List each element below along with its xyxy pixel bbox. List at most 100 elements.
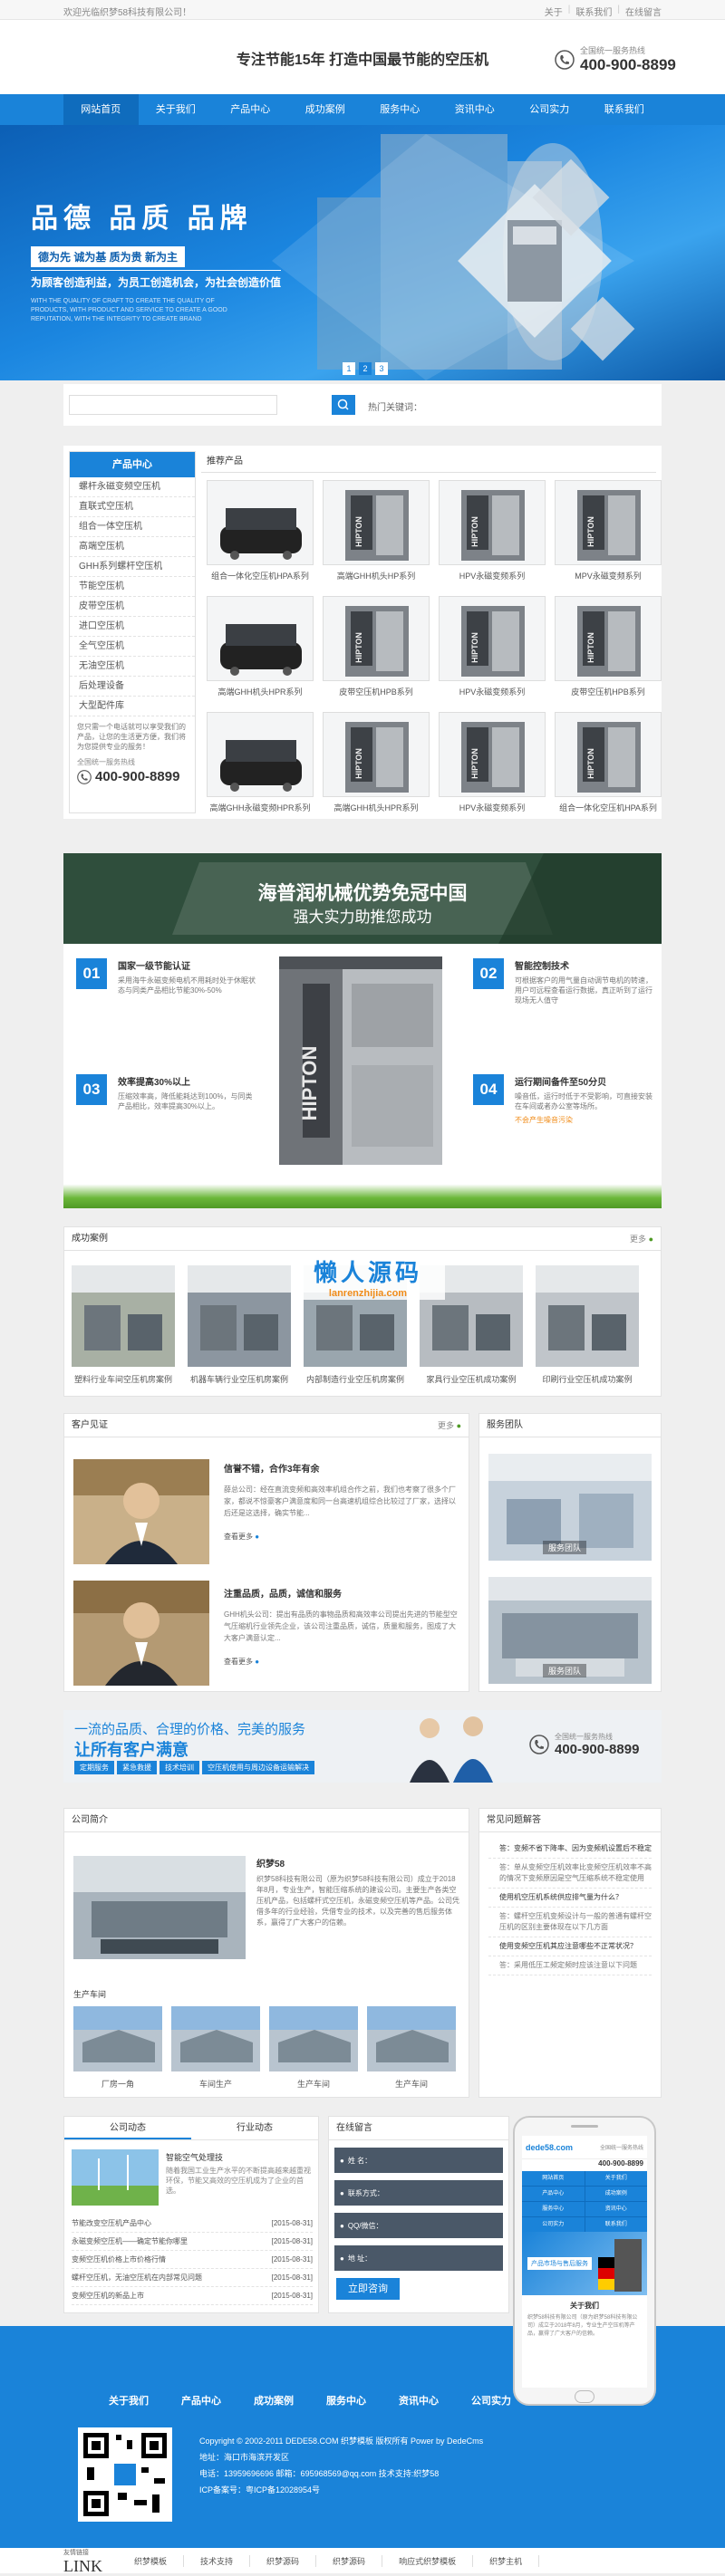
faq-item[interactable]: 答：螺杆空压机变频设计与一般的普通有螺杆空压机的区别主要体现在以下几方面 [488, 1908, 652, 1937]
case-item[interactable]: 塑料行业车间空压机房案例 [72, 1265, 175, 1385]
top-link-about[interactable]: 关于 [545, 5, 563, 18]
search-input[interactable] [69, 395, 277, 415]
workshop-item[interactable]: 厂房一角 [73, 2006, 162, 2090]
footer-nav-item[interactable]: 服务中心 [326, 2393, 366, 2408]
workshop-item[interactable]: 生产车间 [269, 2006, 358, 2090]
product-card[interactable]: HIPTON MPV永磁变频系列 [555, 480, 662, 587]
case-caption: 家具行业空压机成功案例 [426, 1375, 517, 1384]
product-card[interactable]: HIPTON 高端GHH机头HPR系列 [323, 712, 430, 819]
sidebar-item[interactable]: 皮带空压机 [70, 597, 195, 617]
sidebar-item[interactable]: 节能空压机 [70, 577, 195, 597]
nav-item-products[interactable]: 产品中心 [213, 94, 288, 125]
case-item[interactable]: 机器车辆行业空压机房案例 [188, 1265, 291, 1385]
mobile-menu-item[interactable]: 公司实力 [522, 2217, 585, 2232]
testimonial-more-link[interactable]: 查看更多 ● [224, 1657, 459, 1667]
footer-nav-item[interactable]: 产品中心 [181, 2393, 221, 2408]
nav-item-strength[interactable]: 公司实力 [512, 94, 587, 125]
case-item[interactable]: 印刷行业空压机成功案例 [536, 1265, 639, 1385]
product-card[interactable]: 高端GHH机头HPR系列 [207, 596, 314, 703]
header-phone-label: 全国统一服务热线 [580, 46, 646, 55]
news-feature-title[interactable]: 智能空气处理技 [166, 2151, 223, 2163]
mobile-menu-item[interactable]: 服务中心 [522, 2202, 585, 2216]
nav-item-news[interactable]: 资讯中心 [438, 94, 513, 125]
mobile-menu-item[interactable]: 关于我们 [585, 2171, 647, 2186]
cases-more-link[interactable]: 更多 ● [630, 1227, 653, 1251]
product-card[interactable]: HIPTON HPV永磁变频系列 [439, 480, 546, 587]
faq-section: 常见问题解答 答：变频不省下降率、因为变频机设置后不稳定 答：单从变频空压机效率比… [478, 1808, 662, 2098]
nav-item-contact[interactable]: 联系我们 [587, 94, 662, 125]
product-card[interactable]: 组合一体化空压机HPA系列 [207, 480, 314, 587]
banner-dot-2[interactable]: 2 [359, 362, 372, 375]
friend-link[interactable]: 织梦主机 [473, 2555, 540, 2567]
mobile-menu-item[interactable]: 成功案例 [585, 2187, 647, 2201]
product-card[interactable]: HIPTON HPV永磁变频系列 [439, 712, 546, 819]
product-card[interactable]: HIPTON 组合一体化空压机HPA系列 [555, 712, 662, 819]
product-card[interactable]: HIPTON HPV永磁变频系列 [439, 596, 546, 703]
faq-item[interactable]: 使用机空压机系统供应排气量为什么？ [488, 1889, 652, 1908]
product-card[interactable]: HIPTON 皮带空压机HPB系列 [323, 596, 430, 703]
workshop-item[interactable]: 生产车间 [367, 2006, 456, 2090]
service-item-1[interactable]: 服务团队 [488, 1454, 652, 1561]
feature-desc: 可根据客户的用气量自动调节电机的转速，用户可远程查看运行数据，真正听到了运行现场… [515, 976, 652, 1004]
news-item[interactable]: 永磁变频空压机——确定节能你哪里 [2015-08-31] [72, 2233, 313, 2251]
mobile-menu-item[interactable]: 网站首页 [522, 2171, 585, 2186]
sidebar-item[interactable]: 组合一体空压机 [70, 517, 195, 537]
footer-nav-item[interactable]: 公司实力 [471, 2393, 511, 2408]
sidebar-item[interactable]: 无油空压机 [70, 657, 195, 677]
cases-title: 成功案例 [72, 1234, 108, 1244]
workshop-item[interactable]: 车间生产 [171, 2006, 260, 2090]
tab-company-news[interactable]: 公司动态 [64, 2117, 191, 2139]
news-item[interactable]: 节能改变空压机产品中心 [2015-08-31] [72, 2215, 313, 2233]
mobile-menu-item[interactable]: 资讯中心 [585, 2202, 647, 2216]
mobile-menu-item[interactable]: 联系我们 [585, 2217, 647, 2232]
sidebar-item[interactable]: 后处理设备 [70, 677, 195, 697]
workshop-caption: 生产车间 [296, 2080, 330, 2089]
testimonials-more-link[interactable]: 更多 ● [438, 1414, 461, 1437]
nav-item-home[interactable]: 网站首页 [63, 94, 139, 125]
message-field[interactable]: ● QQ/微信： [334, 2213, 503, 2238]
nav-item-service[interactable]: 服务中心 [362, 94, 438, 125]
friend-link[interactable]: 织梦源码 [250, 2555, 317, 2567]
footer-nav-item[interactable]: 关于我们 [109, 2393, 149, 2408]
testimonial-more-link[interactable]: 查看更多 ● [224, 1532, 459, 1542]
sidebar-item[interactable]: 螺杆永磁变频空压机 [70, 477, 195, 497]
friend-link[interactable]: 技术支持 [184, 2555, 251, 2567]
news-item[interactable]: 变频空压机价格上市价格行情 [2015-08-31] [72, 2251, 313, 2269]
tab-industry-news[interactable]: 行业动态 [191, 2117, 318, 2139]
product-card[interactable]: HIPTON 皮带空压机HPB系列 [555, 596, 662, 703]
mobile-menu-item[interactable]: 产品中心 [522, 2187, 585, 2201]
sidebar-item[interactable]: GHH系列螺杆空压机 [70, 557, 195, 577]
product-card[interactable]: HIPTON 高端GHH机头HP系列 [323, 480, 430, 587]
faq-item[interactable]: 答：采用低压工频定频时应该注意以下问题 [488, 1956, 652, 1975]
sidebar-item[interactable]: 进口空压机 [70, 617, 195, 637]
sidebar-item[interactable]: 全气空压机 [70, 637, 195, 657]
banner-dot-3[interactable]: 3 [375, 362, 388, 375]
promo-phone: 全国统一服务热线 400-900-8899 [529, 1732, 639, 1757]
product-card[interactable]: 高端GHH永磁变频HPR系列 [207, 712, 314, 819]
top-link-contact[interactable]: 联系我们 [575, 5, 612, 18]
footer-nav-item[interactable]: 资讯中心 [399, 2393, 439, 2408]
faq-item[interactable]: 使用变频空压机其应注意哪些不正常状况？ [488, 1937, 652, 1956]
news-item[interactable]: 变频空压机的新品上市 [2015-08-31] [72, 2287, 313, 2305]
message-field[interactable]: ● 联系方式： [334, 2180, 503, 2206]
faq-item[interactable]: 答：单从变频空压机效率比变频空压机效率不高的情况下变频原因是空气压缩系统不稳定使… [488, 1859, 652, 1889]
search-button[interactable] [332, 395, 355, 415]
sidebar-item[interactable]: 大型配件库 [70, 697, 195, 716]
sidebar-item[interactable]: 直联式空压机 [70, 497, 195, 517]
service-item-2[interactable]: 服务团队 [488, 1577, 652, 1684]
sidebar-item[interactable]: 高端空压机 [70, 537, 195, 557]
friend-link[interactable]: 织梦源码 [316, 2555, 383, 2567]
submit-button[interactable]: 立即咨询 [336, 2278, 400, 2300]
faq-item[interactable]: 答：变频不省下降率、因为变频机设置后不稳定 [488, 1840, 652, 1859]
banner-dot-1[interactable]: 1 [343, 362, 355, 375]
message-field[interactable]: ● 地 址： [334, 2245, 503, 2271]
message-field[interactable]: ● 姓 名： [334, 2148, 503, 2173]
top-link-message[interactable]: 在线留言 [625, 5, 662, 18]
friend-link[interactable]: 响应式织梦模板 [382, 2555, 474, 2567]
news-item[interactable]: 螺杆空压机，无油空压机在内部常见问题 [2015-08-31] [72, 2269, 313, 2287]
nav-item-cases[interactable]: 成功案例 [288, 94, 363, 125]
nav-item-about[interactable]: 关于我们 [139, 94, 214, 125]
mobile-menu: 网站首页 关于我们 产品中心 成功案例 服务中心 资讯中心 公司实力 联系我们 [522, 2171, 647, 2232]
friend-link[interactable]: 织梦模板 [118, 2555, 185, 2567]
footer-nav-item[interactable]: 成功案例 [254, 2393, 294, 2408]
